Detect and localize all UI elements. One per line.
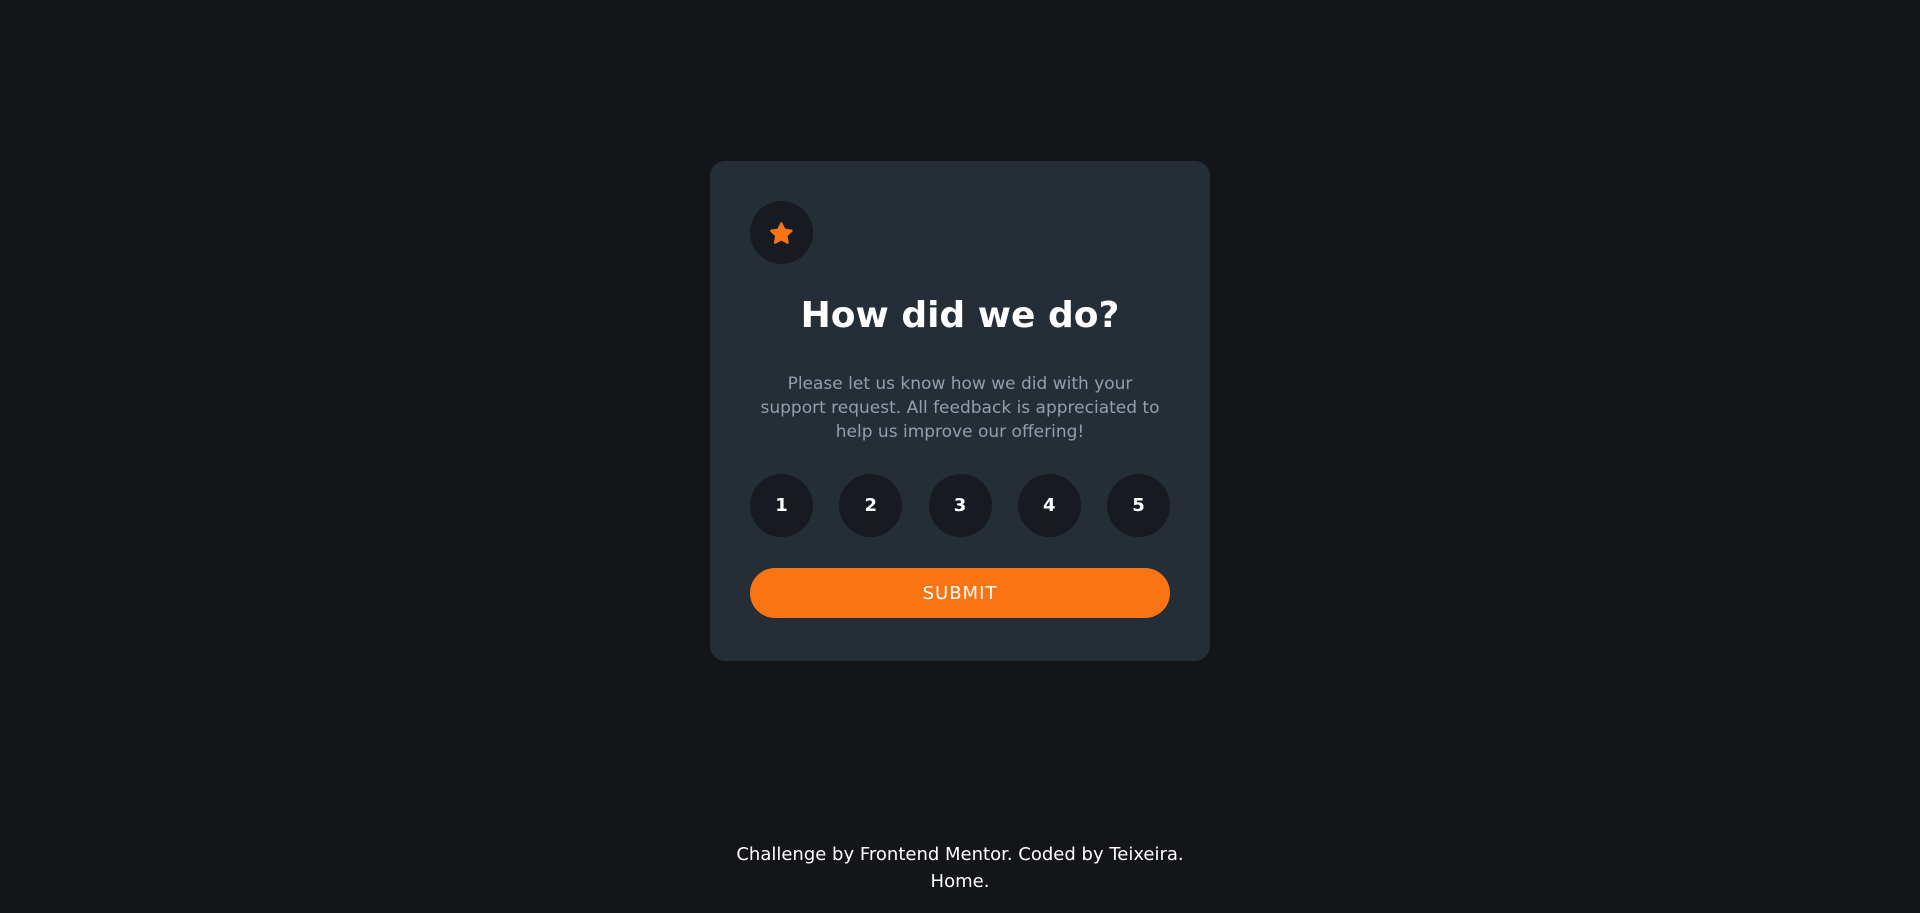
rating-button-2[interactable]: 2	[839, 474, 903, 537]
rating-button-1[interactable]: 1	[750, 474, 813, 537]
card-title: How did we do?	[800, 295, 1120, 336]
rating-button-5[interactable]: 5	[1107, 474, 1170, 537]
attribution-line: Challenge by Frontend Mentor. Coded by T…	[736, 844, 1184, 865]
card-description: Please let us know how we did with your …	[760, 374, 1160, 442]
rating-options: 1 2 3 4 5	[750, 474, 1170, 537]
submit-button[interactable]: SUBMIT	[750, 568, 1170, 618]
rating-button-4[interactable]: 4	[1017, 474, 1081, 537]
rating-button-3[interactable]: 3	[928, 474, 992, 537]
star-badge	[750, 201, 813, 264]
attribution-footer: Challenge by Frontend Mentor. Coded by T…	[0, 841, 1920, 895]
home-link[interactable]: Home.	[931, 871, 990, 892]
rating-card: How did we do? Please let us know how we…	[710, 161, 1210, 661]
star-icon	[770, 221, 793, 244]
